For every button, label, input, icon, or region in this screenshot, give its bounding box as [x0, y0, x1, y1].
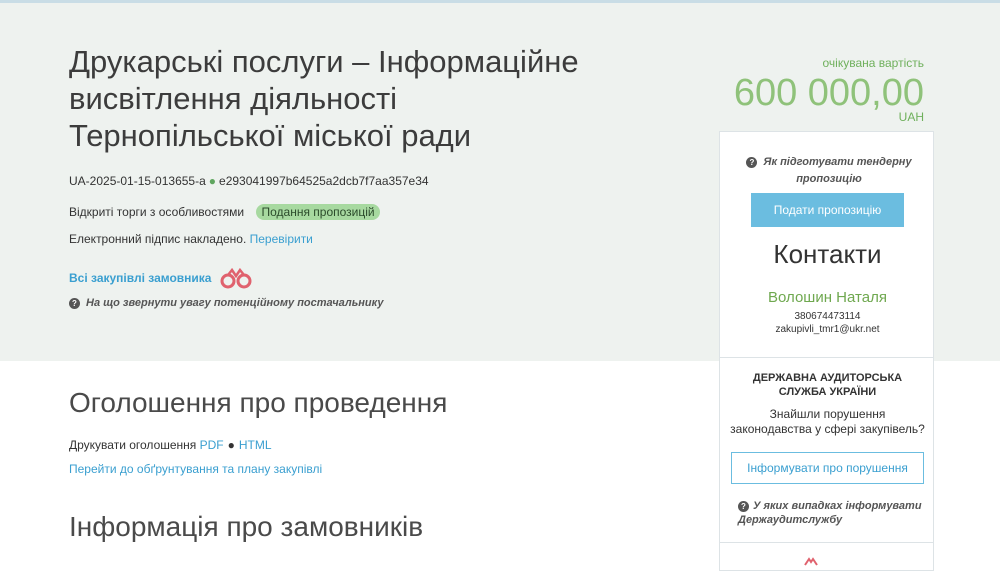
divider	[720, 542, 933, 543]
separator-dot: ●	[227, 438, 235, 452]
submit-proposal-button[interactable]: Подати пропозицію	[751, 193, 904, 227]
binoculars-icon	[804, 557, 818, 566]
expected-value-amount: 600 000,00	[733, 72, 924, 114]
how-prepare-link[interactable]: ? Як підготувати тендерну пропозицію	[734, 154, 924, 188]
signature-text: Електронний підпис накладено.	[69, 232, 247, 246]
when-to-report-link[interactable]: ? У яких випадках інформувати Держаудитсл…	[738, 499, 928, 527]
announcement-heading: Оголошення про проведення	[69, 387, 448, 418]
status-badge: Подання пропозицій	[256, 204, 380, 220]
binoculars-icon[interactable]	[219, 268, 253, 290]
report-violation-button[interactable]: Інформувати про порушення	[731, 452, 924, 484]
separator-dot: ●	[208, 174, 217, 188]
customers-heading: Інформація про замовників	[69, 511, 424, 542]
verify-signature-link[interactable]: Перевірити	[250, 232, 313, 246]
question-circle-icon: ?	[746, 156, 758, 168]
print-label: Друкувати оголошення	[69, 438, 197, 452]
signature-row: Електронний підпис накладено. Перевірити	[69, 232, 313, 246]
supplier-attention-note[interactable]: ? На що звернути увагу потенційному поста…	[69, 297, 383, 309]
when-to-report-text: У яких випадках інформувати Держаудитслу…	[738, 500, 922, 526]
all-purchases-link[interactable]: Всі закупівлі замовника	[69, 271, 211, 285]
print-announcement-row: Друкувати оголошення PDF ● HTML	[69, 438, 272, 452]
contact-phone: 380674473114	[794, 311, 861, 322]
audit-service-title: ДЕРЖАВНА АУДИТОРСЬКА СЛУЖБА УКРАЇНИ	[752, 372, 903, 398]
tender-hash: e293041997b64525a2dcb7f7aa357e34	[219, 174, 429, 188]
print-pdf-link[interactable]: PDF	[200, 438, 224, 452]
contact-name: Волошин Наталя	[768, 289, 887, 306]
question-circle-icon: ?	[69, 297, 80, 309]
currency-label: UAH	[898, 110, 924, 124]
print-html-link[interactable]: HTML	[239, 438, 272, 452]
sidebar: ? Як підготувати тендерну пропозицію Пода…	[719, 131, 934, 571]
page-title: Друкарські послуги – Інформаційне висвіт…	[69, 44, 579, 153]
contacts-title: Контакти	[773, 239, 882, 269]
audit-question: Знайшли порушення законодавства у сфері …	[730, 407, 925, 436]
procedure-type: Відкриті торги з особливостями	[69, 205, 245, 219]
attention-text: На що звернути увагу потенційному постач…	[86, 297, 384, 309]
contact-email: zakupivli_tmr1@ukr.net	[775, 324, 880, 335]
how-prepare-text: Як підготувати тендерну пропозицію	[763, 156, 912, 185]
divider	[720, 357, 933, 358]
tender-id: UA-2025-01-15-013655-a	[69, 174, 206, 188]
question-circle-icon: ?	[738, 500, 749, 512]
expected-value-label: очікувана вартість	[822, 56, 925, 70]
tender-id-row: UA-2025-01-15-013655-a ● e293041997b64525a…	[69, 174, 429, 188]
procedure-row: Відкриті торги з особливостями Подання п…	[69, 204, 380, 220]
plan-link[interactable]: Перейти до обґрунтування та плану закупі…	[69, 462, 322, 476]
